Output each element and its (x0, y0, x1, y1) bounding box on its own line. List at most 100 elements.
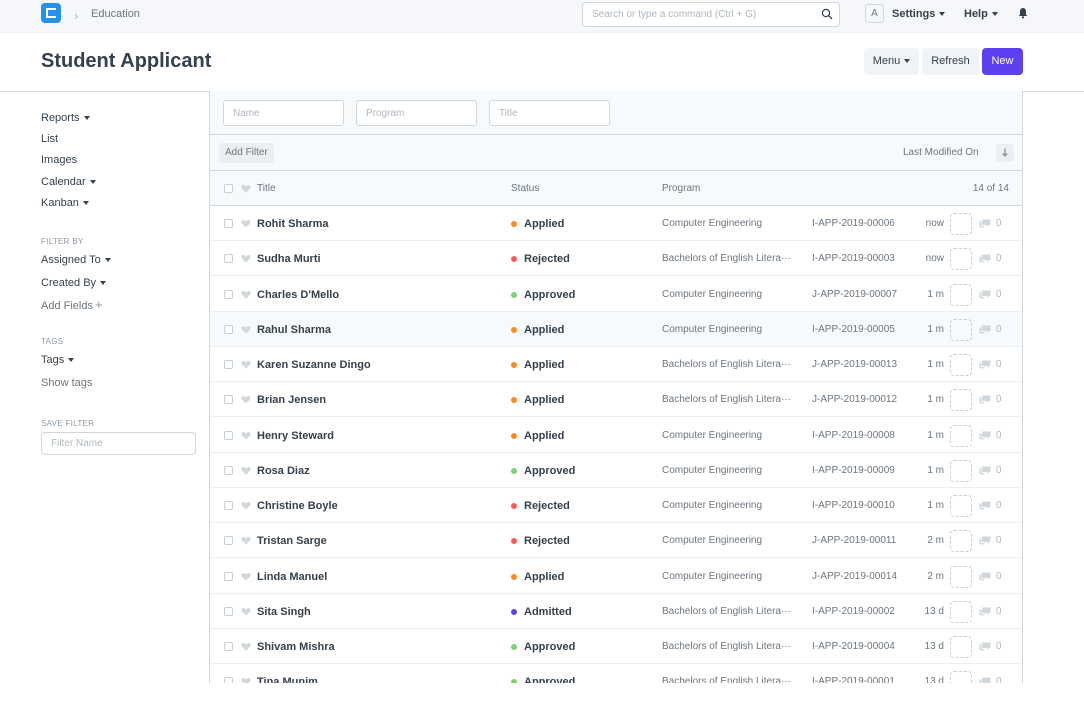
avatar[interactable]: A (865, 4, 884, 23)
row-title[interactable]: Henry Steward (257, 430, 334, 442)
name-filter-input[interactable]: Name (223, 100, 344, 126)
heart-icon[interactable] (241, 360, 251, 369)
row-checkbox[interactable] (224, 254, 233, 264)
table-row[interactable]: Tina Munim Approved Bachelors of English L… (210, 664, 1022, 683)
row-title[interactable]: Brian Jensen (257, 394, 326, 406)
row-title[interactable]: Tristan Sarge (257, 535, 327, 547)
row-program[interactable]: Computer Engineering (662, 430, 802, 441)
help-dropdown[interactable]: Help (964, 8, 998, 20)
status-badge[interactable]: Admitted (524, 606, 572, 618)
row-program[interactable]: Computer Engineering (662, 289, 802, 300)
heart-icon[interactable] (241, 536, 251, 545)
assign-avatar-placeholder[interactable] (950, 354, 972, 376)
row-program[interactable]: Bachelors of English Litera··· (662, 606, 802, 617)
assign-avatar-placeholder[interactable] (950, 565, 972, 588)
row-title[interactable]: Tina Munim (257, 676, 318, 683)
refresh-button[interactable]: Refresh (922, 48, 979, 75)
app-logo-icon[interactable] (41, 3, 61, 23)
row-title[interactable]: Karen Suzanne Dingo (257, 359, 371, 371)
heart-icon[interactable] (241, 219, 251, 228)
heart-icon[interactable] (241, 642, 251, 651)
sidebar-item-assigned-to[interactable]: Assigned To (41, 254, 111, 266)
heart-icon[interactable] (241, 466, 251, 475)
status-badge[interactable]: Applied (524, 359, 564, 371)
row-checkbox[interactable] (224, 360, 233, 369)
table-row[interactable]: Rahul Sharma Applied Computer Engineering I… (210, 311, 1022, 347)
show-tags-link[interactable]: Show tags (41, 377, 92, 389)
row-checkbox[interactable] (224, 642, 233, 651)
bell-icon[interactable] (1017, 7, 1029, 19)
row-title[interactable]: Shivam Mishra (257, 641, 335, 653)
status-badge[interactable]: Approved (524, 465, 575, 477)
row-program[interactable]: Bachelors of English Litera··· (662, 253, 802, 264)
heart-icon[interactable] (241, 501, 251, 510)
assign-avatar-placeholder[interactable] (950, 213, 972, 235)
row-checkbox[interactable] (224, 501, 233, 510)
settings-dropdown[interactable]: Settings (892, 8, 946, 20)
row-program[interactable]: Bachelors of English Litera··· (662, 676, 802, 683)
row-program[interactable]: Computer Engineering (662, 571, 802, 582)
table-row[interactable]: Shivam Mishra Approved Bachelors of Englis… (210, 629, 1022, 664)
row-title[interactable]: Christine Boyle (257, 500, 338, 512)
assign-avatar-placeholder[interactable] (950, 495, 972, 517)
status-badge[interactable]: Applied (524, 430, 564, 442)
table-row[interactable]: Brian Jensen Applied Bachelors of English … (210, 382, 1022, 418)
row-program[interactable]: Computer Engineering (662, 218, 802, 229)
sort-order-button[interactable] (996, 144, 1014, 162)
heart-icon[interactable] (241, 572, 251, 581)
assign-avatar-placeholder[interactable] (950, 671, 972, 683)
row-title[interactable]: Rahul Sharma (257, 324, 331, 336)
sidebar-item-tags[interactable]: Tags (41, 354, 75, 366)
row-program[interactable]: Bachelors of English Litera··· (662, 359, 802, 370)
program-filter-input[interactable]: Program (356, 100, 477, 126)
sidebar-item-list[interactable]: List (41, 133, 58, 145)
status-badge[interactable]: Approved (524, 676, 575, 683)
assign-avatar-placeholder[interactable] (950, 389, 972, 412)
row-checkbox[interactable] (224, 395, 233, 405)
sidebar-item-calendar[interactable]: Calendar (41, 176, 96, 188)
heart-icon[interactable] (241, 325, 251, 334)
sidebar-item-images[interactable]: Images (41, 154, 77, 166)
heart-icon[interactable] (241, 431, 251, 440)
row-program[interactable]: Bachelors of English Litera··· (662, 641, 802, 652)
table-row[interactable]: Tristan Sarge Rejected Computer Engineerin… (210, 523, 1022, 559)
row-checkbox[interactable] (224, 606, 233, 616)
row-program[interactable]: Computer Engineering (662, 535, 802, 546)
status-badge[interactable]: Rejected (524, 500, 570, 512)
table-row[interactable]: Karen Suzanne Dingo Applied Bachelors of E… (210, 347, 1022, 382)
row-checkbox[interactable] (224, 536, 233, 546)
table-row[interactable]: Linda Manuel Applied Computer Engineering J… (210, 558, 1022, 594)
select-all-checkbox[interactable] (224, 184, 233, 193)
row-title[interactable]: Sita Singh (257, 606, 311, 618)
table-row[interactable]: Rohit Sharma Applied Computer Engineering I… (210, 206, 1022, 241)
row-program[interactable]: Bachelors of English Litera··· (662, 394, 802, 405)
new-button[interactable]: New (982, 48, 1023, 75)
heart-icon[interactable] (241, 677, 251, 683)
heart-icon[interactable] (241, 607, 251, 616)
row-checkbox[interactable] (224, 677, 233, 683)
row-checkbox[interactable] (224, 324, 233, 334)
row-title[interactable]: Rosa Diaz (257, 465, 310, 477)
sort-selector[interactable]: Last Modified On (903, 147, 979, 158)
row-checkbox[interactable] (224, 430, 233, 440)
row-checkbox[interactable] (224, 219, 233, 228)
table-row[interactable]: Sudha Murti Rejected Bachelors of English … (210, 241, 1022, 277)
status-badge[interactable]: Applied (524, 571, 564, 583)
assign-avatar-placeholder[interactable] (950, 424, 972, 447)
status-badge[interactable]: Applied (524, 394, 564, 406)
row-program[interactable]: Computer Engineering (662, 500, 802, 511)
status-badge[interactable]: Rejected (524, 253, 570, 265)
add-filter-button[interactable]: Add Filter (219, 143, 274, 163)
heart-icon[interactable] (241, 254, 251, 263)
heart-icon[interactable] (241, 290, 251, 299)
table-row[interactable]: Henry Steward Applied Computer Engineering… (210, 417, 1022, 453)
sidebar-item-created-by[interactable]: Created By (41, 277, 107, 289)
status-badge[interactable]: Applied (524, 218, 564, 230)
assign-avatar-placeholder[interactable] (950, 318, 972, 341)
breadcrumb[interactable]: Education (91, 8, 140, 20)
assign-avatar-placeholder[interactable] (950, 600, 972, 623)
menu-button[interactable]: Menu (864, 48, 919, 75)
sidebar-item-kanban[interactable]: Kanban (41, 197, 89, 209)
heart-icon[interactable] (241, 395, 251, 404)
table-row[interactable]: Charles D'Mello Approved Computer Engineer… (210, 276, 1022, 312)
